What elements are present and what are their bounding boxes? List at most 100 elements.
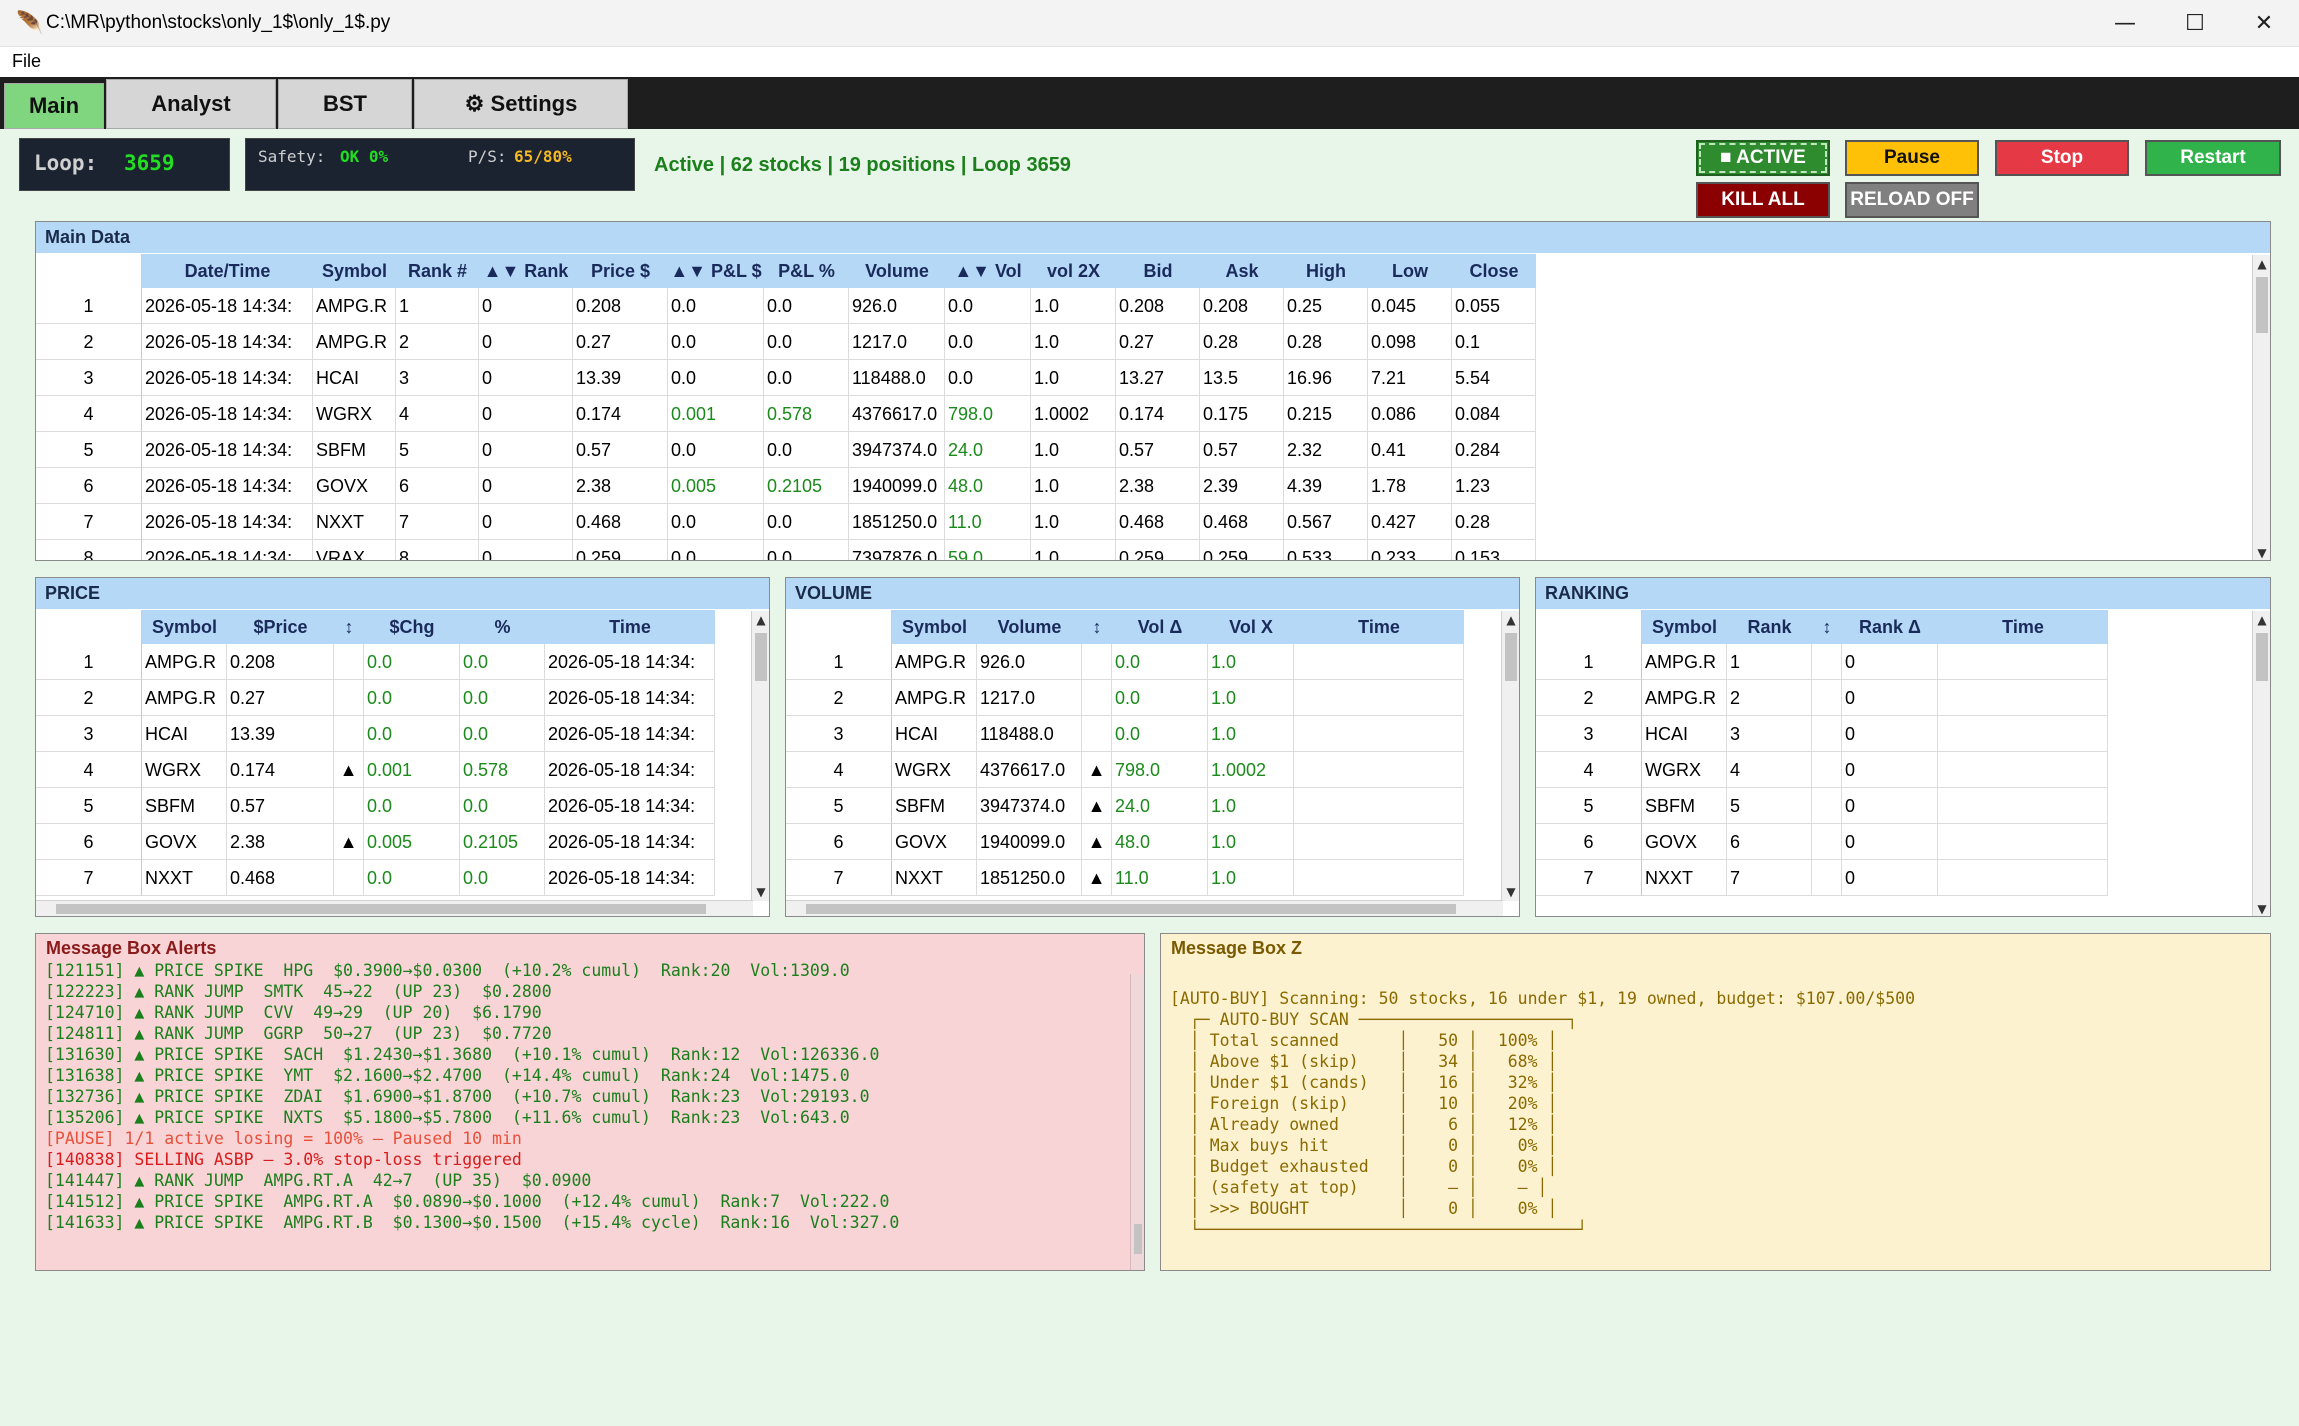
column-header[interactable]: vol 2X [1031,254,1116,288]
table-cell: GOVX [892,824,977,860]
column-header[interactable]: Symbol [142,610,227,644]
reload-toggle-button[interactable]: RELOAD OFF [1845,182,1979,218]
table-cell: 118488.0 [977,716,1082,752]
alerts-vscroll[interactable] [1130,974,1144,1270]
table-cell: 0.284 [1452,432,1536,468]
table-cell: GOVX [313,468,396,504]
close-button[interactable]: ✕ [2229,0,2299,47]
column-header[interactable]: Close [1452,254,1536,288]
column-header[interactable]: $Chg [364,610,460,644]
table-cell: 0 [479,324,573,360]
scroll-up-icon[interactable]: ▲ [2253,255,2270,273]
scroll-up-icon[interactable]: ▲ [2253,611,2270,629]
column-header[interactable]: ↕ [1812,610,1842,644]
column-header[interactable]: ↕ [334,610,364,644]
volume-hscroll[interactable] [786,900,1503,916]
volume-vscroll[interactable]: ▲ ▼ [1501,611,1519,901]
column-header[interactable]: Vol X [1208,610,1294,644]
table-cell: 13.39 [573,360,668,396]
table-cell: 1.0 [1208,680,1294,716]
tab-bst[interactable]: BST [278,79,412,129]
table-cell: 1217.0 [849,324,945,360]
kill-all-button[interactable]: KILL ALL [1696,182,1830,218]
table-cell: 2026-05-18 14:34: [545,716,715,752]
scroll-up-icon[interactable]: ▲ [1502,611,1519,629]
column-header[interactable]: P&L % [764,254,849,288]
column-header[interactable]: ▲▼ Vol [945,254,1031,288]
column-header[interactable]: Volume [977,610,1082,644]
column-header[interactable]: Price $ [573,254,668,288]
scroll-down-icon[interactable]: ▼ [2253,544,2270,560]
column-header[interactable]: Ask [1200,254,1284,288]
message-box-alerts[interactable]: Message Box Alerts [121151] ▲ PRICE SPIK… [35,933,1145,1271]
table-cell: 0 [1842,680,1938,716]
tab-analyst[interactable]: Analyst [106,79,276,129]
message-box-z[interactable]: Message Box Z [AUTO-BUY] Scanning: 50 st… [1160,933,2271,1271]
column-header[interactable]: Bid [1116,254,1200,288]
hscroll-thumb[interactable] [806,904,1456,914]
hscroll-thumb[interactable] [56,904,706,914]
minimize-button[interactable]: — [2090,0,2160,47]
table-cell [1812,716,1842,752]
table-cell [1294,752,1464,788]
column-header[interactable]: Low [1368,254,1452,288]
column-header[interactable]: Rank Δ [1842,610,1938,644]
column-header[interactable]: ▲▼ Rank [479,254,573,288]
column-header[interactable]: ↕ [1082,610,1112,644]
table-cell: 0 [1842,860,1938,896]
table-cell: 0.0 [668,324,764,360]
column-header[interactable]: Vol Δ [1112,610,1208,644]
active-button[interactable]: ■ ACTIVE [1696,140,1830,176]
row-index: 2 [1536,680,1642,716]
column-header[interactable]: High [1284,254,1368,288]
column-header[interactable]: Date/Time [142,254,313,288]
restart-button[interactable]: Restart [2145,140,2281,176]
ranking-vscroll[interactable]: ▲ ▼ [2252,611,2270,916]
scroll-up-icon[interactable]: ▲ [752,611,769,629]
column-header[interactable]: Symbol [1642,610,1727,644]
tab-main[interactable]: Main [4,83,104,129]
table-cell [334,716,364,752]
menu-file[interactable]: File [12,51,41,72]
tab-settings[interactable]: ⚙ Settings [414,79,628,129]
stop-button[interactable]: Stop [1995,140,2129,176]
table-cell: AMPG.R [313,288,396,324]
main-data-vscroll[interactable]: ▲ ▼ [2252,255,2270,560]
row-index: 6 [1536,824,1642,860]
column-header[interactable]: Rank [1727,610,1812,644]
column-header[interactable]: Symbol [313,254,396,288]
column-header[interactable]: Time [545,610,715,644]
scroll-thumb[interactable] [1134,1224,1142,1254]
maximize-button[interactable]: ☐ [2160,0,2230,47]
table-cell: 0.0 [945,288,1031,324]
row-index: 4 [36,752,142,788]
column-header[interactable]: Time [1938,610,2108,644]
column-header[interactable]: ▲▼ P&L $ [668,254,764,288]
column-header[interactable]: $Price [227,610,334,644]
column-header[interactable]: Time [1294,610,1464,644]
column-header[interactable]: Rank # [396,254,479,288]
scroll-thumb[interactable] [2256,277,2268,333]
price-vscroll[interactable]: ▲ ▼ [751,611,769,901]
scroll-thumb[interactable] [1505,633,1517,681]
row-index: 1 [36,288,142,324]
column-header[interactable]: Symbol [892,610,977,644]
table-cell: 2026-05-18 14:34: [545,644,715,680]
scroll-down-icon[interactable]: ▼ [752,883,769,901]
table-cell: 2026-05-18 14:34: [142,324,313,360]
pause-button[interactable]: Pause [1845,140,1979,176]
scroll-down-icon[interactable]: ▼ [1502,883,1519,901]
column-header[interactable]: Volume [849,254,945,288]
table-cell: 0.208 [573,288,668,324]
msgz-line: │ Max buys hit │ 0 │ 0% │ [1170,1136,1558,1155]
row-index: 7 [786,860,892,896]
table-cell: 2026-05-18 14:34: [545,788,715,824]
column-header[interactable]: % [460,610,545,644]
table-cell: 0.57 [227,788,334,824]
msgz-line: │ Foreign (skip) │ 10 │ 20% │ [1170,1094,1558,1113]
scroll-thumb[interactable] [2256,633,2268,681]
price-hscroll[interactable] [36,900,753,916]
menu-bar: File [0,47,2299,77]
scroll-down-icon[interactable]: ▼ [2253,900,2270,916]
scroll-thumb[interactable] [755,633,767,681]
